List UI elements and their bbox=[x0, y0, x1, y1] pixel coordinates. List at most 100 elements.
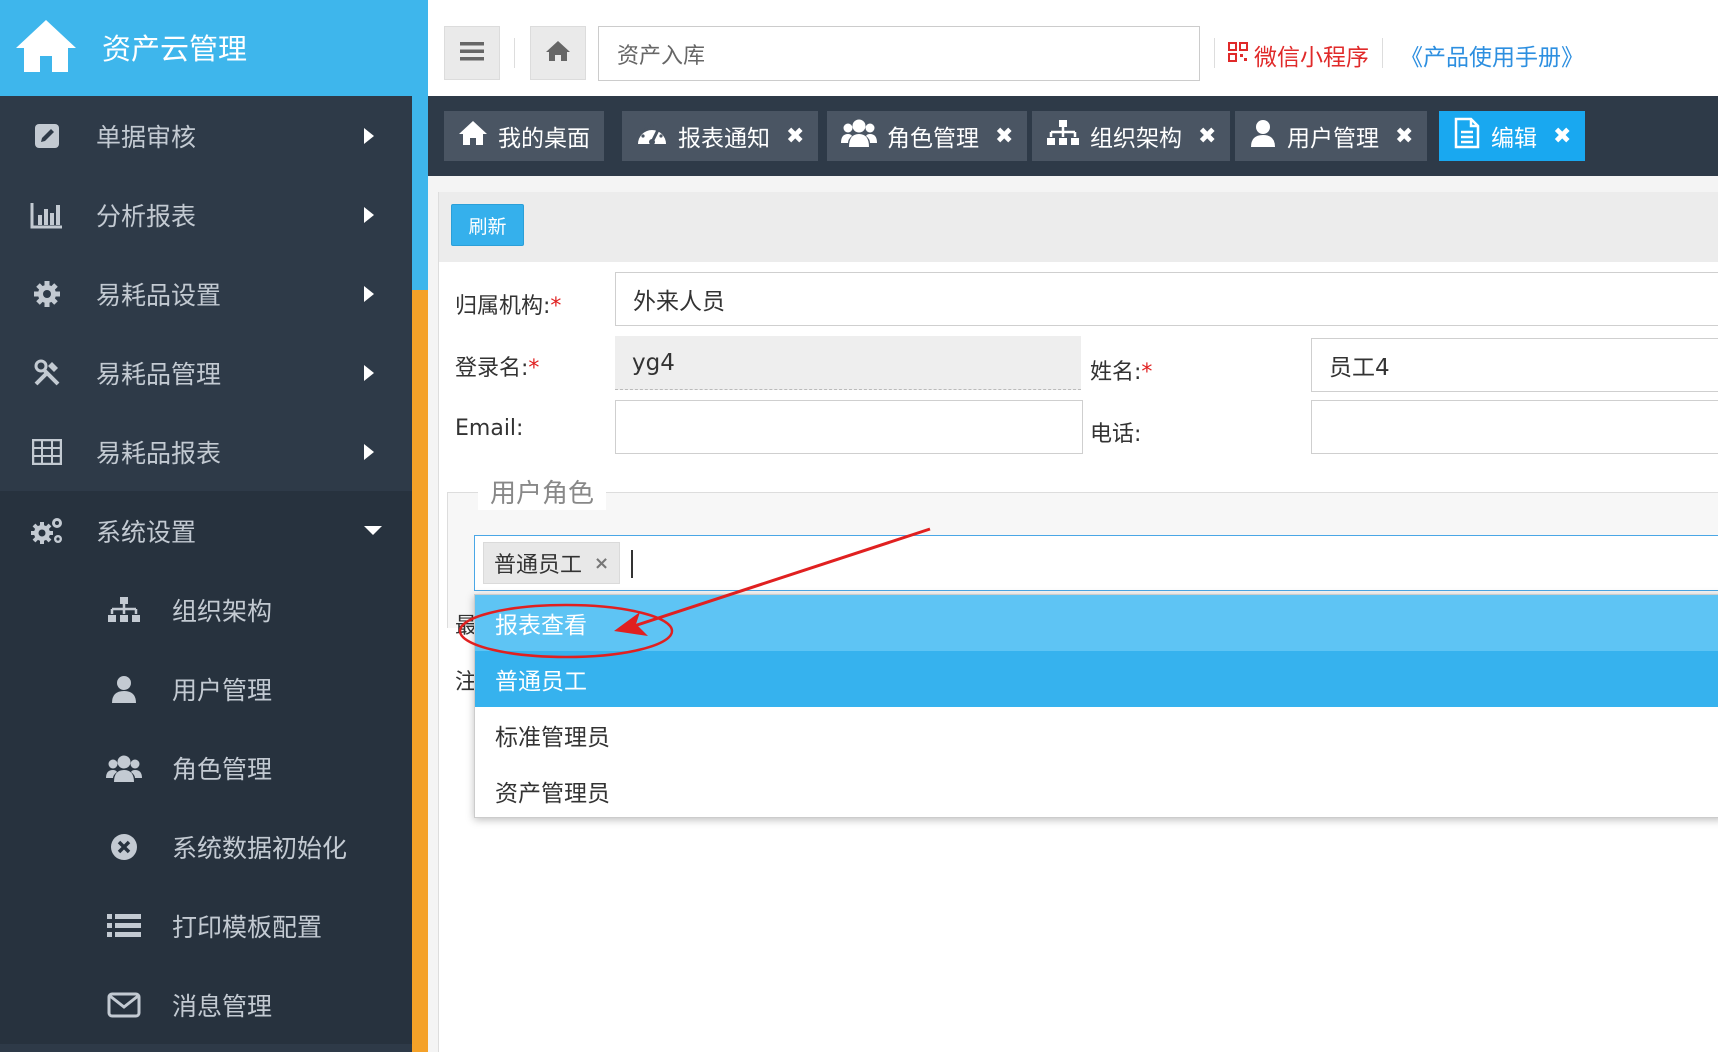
tools-icon bbox=[28, 356, 66, 390]
tab-label: 组织架构 bbox=[1090, 126, 1182, 152]
role-option-standard-admin[interactable]: 标准管理员 bbox=[475, 707, 1718, 763]
sidebar-subitem-label: 系统数据初始化 bbox=[172, 833, 348, 863]
panel-toolbar: 刷新 bbox=[439, 192, 1718, 262]
sidebar-item-label: 分析报表 bbox=[96, 201, 197, 231]
phone-label: 电话: bbox=[1090, 422, 1142, 447]
sidebar-subitem-label: 消息管理 bbox=[172, 991, 273, 1021]
table-icon bbox=[28, 435, 66, 469]
role-option-employee[interactable]: 普通员工 bbox=[475, 651, 1718, 707]
sidebar-item-consumable-management[interactable]: 易耗品管理 bbox=[0, 333, 412, 412]
close-icon[interactable]: ✖ bbox=[995, 124, 1013, 149]
sidebar-subitem-label: 角色管理 bbox=[172, 754, 273, 784]
sidebar-subitem-print-template[interactable]: 打印模板配置 bbox=[0, 886, 412, 965]
login-value: yg4 bbox=[632, 349, 675, 376]
tab-org-structure[interactable]: 组织架构 ✖ bbox=[1032, 111, 1231, 161]
manual-link[interactable]: 《产品使用手册》 bbox=[1400, 38, 1584, 72]
home-icon bbox=[545, 40, 571, 66]
search-input[interactable] bbox=[598, 26, 1200, 81]
home-logo-icon bbox=[14, 18, 78, 74]
tab-label: 编辑 bbox=[1491, 126, 1537, 152]
org-label: 归属机构:* bbox=[455, 288, 561, 320]
text-caret bbox=[631, 550, 633, 578]
role-option-report-view[interactable]: 报表查看 bbox=[475, 595, 1718, 651]
mini-program-link[interactable]: 微信小程序 bbox=[1228, 38, 1369, 72]
tab-label: 角色管理 bbox=[887, 126, 979, 152]
sidebar-item-label: 系统设置 bbox=[96, 517, 197, 547]
email-field[interactable] bbox=[615, 400, 1083, 454]
login-label-text: 登录名: bbox=[455, 356, 529, 381]
role-chip-label: 普通员工 bbox=[494, 553, 583, 578]
sitemap-icon bbox=[1046, 119, 1080, 153]
login-field: yg4 bbox=[615, 336, 1081, 390]
tab-role-management[interactable]: 角色管理 ✖ bbox=[827, 111, 1028, 161]
refresh-button[interactable]: 刷新 bbox=[451, 204, 524, 246]
role-option-asset-admin[interactable]: 资产管理员 bbox=[475, 763, 1718, 819]
sitemap-icon bbox=[104, 593, 144, 627]
sidebar-menu: 单据审核 分析报表 易耗品设置 易耗品管理 易耗品报表 系统设置 组织架构 用户… bbox=[0, 96, 412, 1044]
sidebar-subitem-org-structure[interactable]: 组织架构 bbox=[0, 570, 412, 649]
circle-x-icon bbox=[104, 830, 144, 864]
list-icon bbox=[104, 909, 144, 943]
roles-dropdown: 报表查看 普通员工 标准管理员 资产管理员 bbox=[474, 594, 1718, 818]
bar-chart-icon bbox=[28, 198, 66, 232]
sidebar-edge-orange bbox=[412, 290, 428, 1052]
sidebar-subitem-role-management[interactable]: 角色管理 bbox=[0, 728, 412, 807]
edit-icon bbox=[28, 119, 66, 153]
close-icon[interactable]: ✖ bbox=[1198, 124, 1216, 149]
tab-edit[interactable]: 编辑 ✖ bbox=[1439, 111, 1586, 161]
sidebar-subitem-messages[interactable]: 消息管理 bbox=[0, 965, 412, 1044]
chevron-right-icon bbox=[364, 127, 374, 144]
name-value: 员工4 bbox=[1329, 355, 1390, 381]
roles-multiselect[interactable]: 普通员工 × bbox=[474, 535, 1718, 591]
home-button[interactable] bbox=[530, 26, 586, 80]
name-label-text: 姓名: bbox=[1090, 360, 1142, 385]
toolbar-divider bbox=[1214, 38, 1215, 68]
tab-report-notice[interactable]: 报表通知 ✖ bbox=[622, 111, 819, 161]
home-icon bbox=[458, 120, 488, 152]
sidebar-item-bill-review[interactable]: 单据审核 bbox=[0, 96, 412, 175]
sidebar-subitem-data-init[interactable]: 系统数据初始化 bbox=[0, 807, 412, 886]
sidebar-submenu: 组织架构 用户管理 角色管理 系统数据初始化 打印模板配置 消息管理 bbox=[0, 570, 412, 1044]
chevron-right-icon bbox=[364, 364, 374, 381]
sidebar-item-label: 易耗品管理 bbox=[96, 359, 222, 389]
chip-remove-icon[interactable]: × bbox=[594, 553, 609, 574]
menu-toggle-button[interactable] bbox=[444, 26, 500, 80]
gear-icon bbox=[28, 277, 66, 311]
org-value: 外来人员 bbox=[633, 289, 725, 315]
sidebar-item-label: 易耗品报表 bbox=[96, 438, 222, 468]
name-label: 姓名:* bbox=[1090, 354, 1152, 386]
brand-header[interactable]: 资产云管理 bbox=[0, 0, 428, 96]
user-icon bbox=[1249, 118, 1277, 154]
close-icon[interactable]: ✖ bbox=[1553, 124, 1571, 149]
toolbar-divider bbox=[1382, 38, 1383, 68]
close-icon[interactable]: ✖ bbox=[1395, 124, 1413, 149]
tab-label: 用户管理 bbox=[1287, 126, 1379, 152]
toolbar-divider bbox=[514, 38, 515, 68]
tab-user-management[interactable]: 用户管理 ✖ bbox=[1235, 111, 1428, 161]
sidebar-item-consumable-settings[interactable]: 易耗品设置 bbox=[0, 254, 412, 333]
user-icon bbox=[104, 672, 144, 706]
required-mark: * bbox=[528, 356, 540, 381]
name-field[interactable]: 员工4 bbox=[1311, 338, 1718, 392]
sidebar-edge-blue bbox=[412, 96, 428, 290]
sidebar-subitem-user-management[interactable]: 用户管理 bbox=[0, 649, 412, 728]
phone-field[interactable] bbox=[1311, 400, 1718, 454]
close-icon[interactable]: ✖ bbox=[786, 124, 804, 149]
envelope-icon bbox=[104, 988, 144, 1022]
users-icon bbox=[104, 751, 144, 785]
tab-my-desktop[interactable]: 我的桌面 bbox=[444, 111, 604, 161]
org-field[interactable]: 外来人员 bbox=[615, 272, 1718, 326]
chevron-right-icon bbox=[364, 285, 374, 302]
tab-label: 我的桌面 bbox=[498, 126, 590, 152]
org-label-text: 归属机构: bbox=[455, 294, 551, 319]
sidebar-item-label: 易耗品设置 bbox=[96, 280, 222, 310]
app-title: 资产云管理 bbox=[102, 32, 248, 66]
sidebar-subitem-label: 打印模板配置 bbox=[172, 912, 323, 942]
chevron-down-icon bbox=[364, 526, 382, 535]
sidebar-item-analysis-report[interactable]: 分析报表 bbox=[0, 175, 412, 254]
sidebar-item-system-settings[interactable]: 系统设置 bbox=[0, 491, 412, 570]
sidebar: 单据审核 分析报表 易耗品设置 易耗品管理 易耗品报表 系统设置 组织架构 用户… bbox=[0, 0, 412, 1052]
sidebar-item-consumable-report[interactable]: 易耗品报表 bbox=[0, 412, 412, 491]
sidebar-item-label: 单据审核 bbox=[96, 122, 197, 152]
tab-bar: 我的桌面 报表通知 ✖ 角色管理 ✖ 组织架构 ✖ 用户管理 ✖ 编辑 ✖ bbox=[428, 96, 1718, 176]
